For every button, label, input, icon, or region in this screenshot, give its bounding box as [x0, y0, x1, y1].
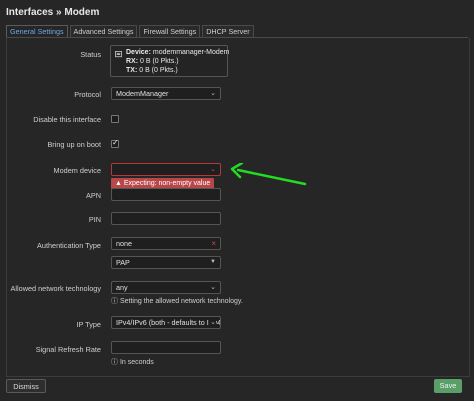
device-key: Device: — [126, 49, 151, 56]
status-rx-line: RX: 0 B (0 Pkts.) — [126, 58, 179, 65]
signal-refresh-label: Signal Refresh Rate — [35, 345, 101, 354]
status-tx-line: TX: 0 B (0 Pkts.) — [126, 67, 178, 74]
chevron-down-icon: ⌄ — [210, 166, 216, 173]
modem-device-select[interactable]: ⌄ — [111, 163, 221, 176]
network-tech-hint: ⓘ Setting the allowed network technology… — [111, 296, 243, 306]
info-icon: ⓘ — [111, 298, 118, 305]
ip-type-select[interactable]: IPv4/IPv6 (both - defaults to IPv4) ⌄ — [111, 316, 221, 329]
auth-type-label: Authentication Type — [37, 241, 101, 250]
protocol-label: Protocol — [74, 90, 101, 99]
rx-value: 0 B (0 Pkts.) — [140, 58, 179, 65]
network-tech-hint-text: Setting the allowed network technology. — [119, 298, 243, 305]
network-tech-select[interactable]: any ⌄ — [111, 281, 221, 294]
signal-refresh-hint: ⓘ In seconds — [111, 357, 154, 367]
auth-type-add-select[interactable]: PAP ▼ — [111, 256, 221, 269]
network-tech-value: any — [116, 283, 128, 292]
status-device-line: Device: modemmanager-Modem — [126, 49, 230, 56]
dismiss-button[interactable]: Dismiss — [6, 379, 46, 393]
status-box: Device: modemmanager-Modem RX: 0 B (0 Pk… — [110, 45, 230, 77]
auth-type-dynlist: none × — [111, 237, 221, 250]
signal-refresh-hint-text: In seconds — [119, 359, 154, 366]
tx-key: TX: — [126, 67, 138, 74]
network-tech-label: Allowed network technology — [10, 284, 101, 293]
ip-type-label: IP Type — [76, 320, 101, 329]
device-value: modemmanager-Modem — [152, 49, 230, 56]
tx-value: 0 B (0 Pkts.) — [139, 67, 178, 74]
triangle-down-icon: ▼ — [210, 259, 216, 265]
pin-label: PIN — [88, 215, 101, 224]
bring-up-on-boot-label: Bring up on boot — [47, 140, 101, 149]
disable-interface-label: Disable this interface — [33, 115, 101, 124]
disable-interface-checkbox[interactable] — [111, 115, 119, 123]
pin-input[interactable] — [111, 212, 221, 225]
protocol-select[interactable]: ModemManager ⌄ — [111, 87, 221, 100]
chevron-down-icon: ⌄ — [210, 284, 216, 291]
auth-type-add-value: PAP — [116, 258, 130, 267]
signal-refresh-input[interactable] — [111, 341, 221, 354]
save-button[interactable]: Save — [434, 379, 462, 393]
tab-bar: General Settings Advanced Settings Firew… — [6, 25, 256, 38]
info-icon: ⓘ — [111, 359, 118, 366]
page-title: Interfaces » Modem — [6, 7, 100, 18]
protocol-value: ModemManager — [116, 89, 169, 98]
modem-device-label: Modem device — [53, 166, 101, 175]
ip-type-value: IPv4/IPv6 (both - defaults to IPv4) — [116, 318, 221, 327]
network-port-icon — [115, 51, 122, 58]
status-label: Status — [80, 50, 101, 59]
annotation-arrow-icon — [230, 163, 307, 186]
rx-key: RX: — [126, 58, 139, 65]
apn-input[interactable] — [111, 188, 221, 201]
remove-icon[interactable]: × — [211, 238, 216, 249]
bring-up-on-boot-checkbox[interactable] — [111, 138, 119, 148]
apn-label: APN — [85, 191, 101, 200]
chevron-down-icon: ⌄ — [209, 317, 216, 328]
auth-type-value: none — [116, 239, 132, 248]
chevron-down-icon: ⌄ — [210, 90, 216, 97]
